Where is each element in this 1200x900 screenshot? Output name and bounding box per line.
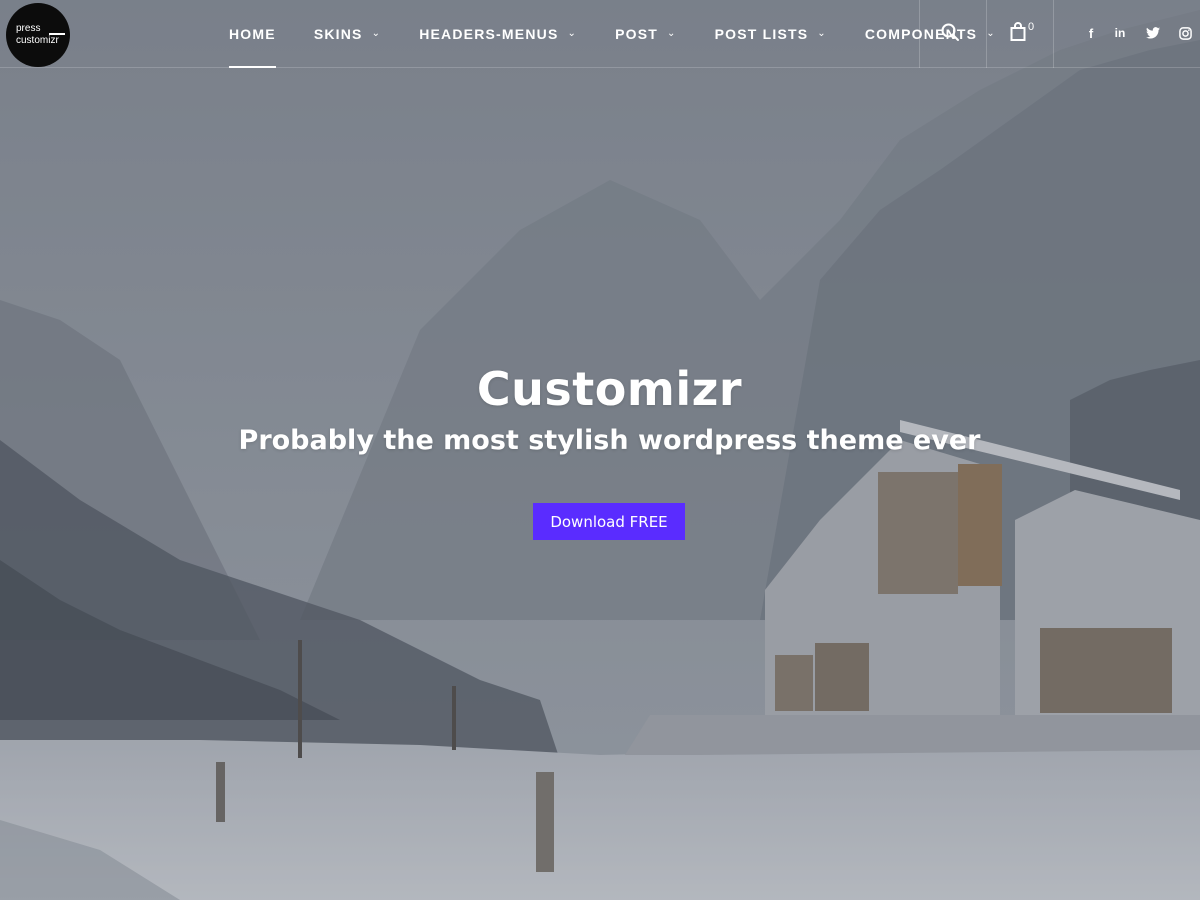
search-icon[interactable] — [940, 22, 964, 46]
header-divider — [1053, 0, 1054, 68]
twitter-icon[interactable] — [1144, 24, 1162, 42]
main-nav: HOME SKINS ⌄ HEADERS-MENUS ⌄ POST ⌄ POST… — [229, 0, 1034, 68]
site-logo[interactable]: press customizr — [6, 3, 70, 67]
site-header: press customizr HOME SKINS ⌄ HEADERS-MEN… — [0, 0, 1200, 68]
linkedin-icon[interactable]: in — [1111, 24, 1129, 42]
hero-title: Customizr — [476, 362, 743, 416]
nav-item-label: POST LISTS — [714, 26, 809, 42]
logo-text-customizr: customizr — [16, 35, 59, 46]
cart-count-badge: 0 — [1028, 21, 1035, 33]
nav-item-post[interactable]: POST ⌄ — [615, 0, 677, 68]
logo-text-row: customizr — [16, 35, 70, 47]
logo-dash — [49, 33, 65, 35]
instagram-icon[interactable] — [1176, 24, 1194, 42]
nav-item-headers-menus[interactable]: HEADERS-MENUS ⌄ — [419, 0, 577, 68]
header-divider — [986, 0, 987, 68]
download-free-button[interactable]: Download FREE — [533, 503, 685, 540]
nav-item-skins[interactable]: SKINS ⌄ — [314, 0, 381, 68]
nav-item-label: POST — [615, 26, 658, 42]
nav-item-home[interactable]: HOME — [229, 0, 276, 68]
hero-subtitle: Probably the most stylish wordpress them… — [238, 425, 981, 456]
header-divider — [919, 0, 920, 68]
chevron-down-icon: ⌄ — [817, 27, 827, 39]
logo-text-press: press — [16, 23, 41, 34]
chevron-down-icon: ⌄ — [667, 27, 677, 39]
chevron-down-icon: ⌄ — [986, 27, 996, 39]
nav-item-components[interactable]: COMPONENTS ⌄ — [865, 0, 996, 68]
nav-item-post-lists[interactable]: POST LISTS ⌄ — [715, 0, 827, 68]
facebook-icon[interactable]: f — [1082, 24, 1100, 42]
nav-item-label: SKINS — [313, 26, 363, 42]
nav-item-label: HEADERS-MENUS — [419, 26, 559, 42]
chevron-down-icon: ⌄ — [371, 27, 382, 39]
nav-item-label: HOME — [229, 26, 276, 42]
chevron-down-icon: ⌄ — [567, 27, 578, 39]
